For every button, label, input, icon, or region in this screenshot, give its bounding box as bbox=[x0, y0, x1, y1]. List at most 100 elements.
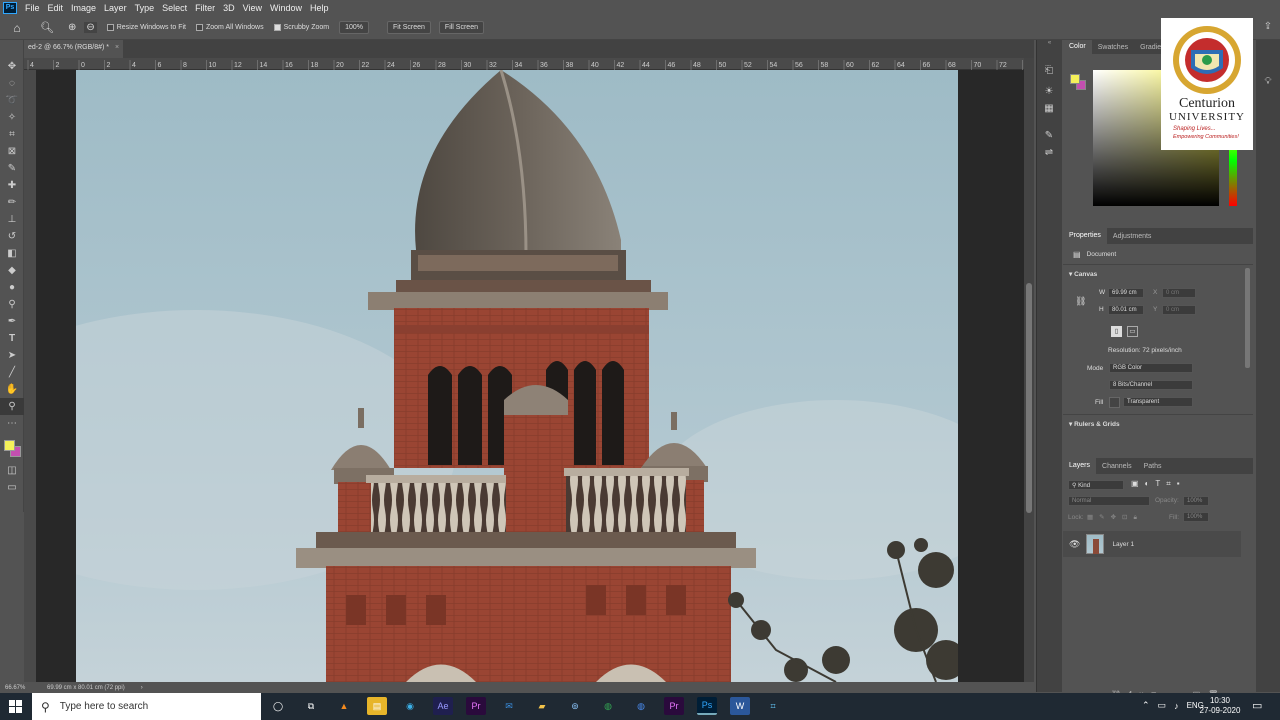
path-selection-tool-icon[interactable]: ➤ bbox=[0, 347, 24, 364]
tab-channels[interactable]: Channels bbox=[1096, 463, 1138, 470]
fill-color-swatch[interactable] bbox=[1109, 397, 1120, 408]
scrubby-zoom-checkbox[interactable]: Scrubby Zoom bbox=[273, 24, 329, 31]
after-effects-icon[interactable]: Ae bbox=[433, 697, 453, 715]
dodge-tool-icon[interactable]: ⚲ bbox=[0, 296, 24, 313]
move-tool-icon[interactable]: ✥ bbox=[0, 58, 24, 75]
chrome-alt-icon[interactable]: ◍ bbox=[631, 697, 651, 715]
document-canvas-image[interactable] bbox=[76, 70, 958, 682]
notifications-icon[interactable]: ▭ bbox=[1252, 699, 1262, 712]
link-dimensions-icon[interactable]: ⛓ bbox=[1075, 296, 1086, 307]
character-panel-icon[interactable]: ▦ bbox=[1037, 100, 1061, 117]
document-info[interactable]: 69.99 cm x 80.01 cm (72 ppi) bbox=[47, 685, 125, 691]
frame-tool-icon[interactable]: ⊠ bbox=[0, 143, 24, 160]
menu-3d[interactable]: 3D bbox=[219, 3, 239, 13]
brush-settings-icon[interactable]: ☀ bbox=[1037, 83, 1061, 100]
layer-filter-select[interactable]: ⚲ Kind bbox=[1068, 480, 1124, 490]
learn-panel-icon[interactable]: 💡︎ bbox=[1256, 73, 1280, 90]
zoom-all-windows-checkbox[interactable]: Zoom All Windows bbox=[196, 24, 264, 31]
layer-row[interactable]: 👁︎ Layer 1 bbox=[1063, 531, 1241, 557]
store-icon[interactable]: ▤ bbox=[367, 697, 387, 715]
close-tab-icon[interactable]: × bbox=[115, 44, 119, 51]
fit-screen-button[interactable]: Fit Screen bbox=[387, 21, 431, 34]
network-icon[interactable]: ▭ bbox=[1158, 700, 1167, 711]
share-icon[interactable]: ⇪ bbox=[1256, 18, 1280, 35]
fill-screen-button[interactable]: Fill Screen bbox=[438, 21, 484, 34]
history-panel-icon[interactable]: ⎗ bbox=[1037, 62, 1061, 79]
menu-window[interactable]: Window bbox=[266, 3, 306, 13]
clock[interactable]: 10:30 27-09-2020 bbox=[1198, 696, 1242, 716]
cortana-icon[interactable]: ◯ bbox=[268, 697, 288, 715]
tab-properties[interactable]: Properties bbox=[1063, 228, 1107, 244]
healing-brush-tool-icon[interactable]: ✚ bbox=[0, 177, 24, 194]
photos-icon[interactable]: ⊚ bbox=[565, 697, 585, 715]
document-tab[interactable]: ed-2 @ 66.7% (RGB/8#) * × bbox=[24, 40, 124, 58]
foreground-color-swatch[interactable] bbox=[4, 440, 15, 451]
windows-start-icon[interactable] bbox=[9, 700, 22, 713]
task-view-icon[interactable]: ⧉ bbox=[301, 697, 321, 715]
filter-icons[interactable]: ▣◐T⌗▪ bbox=[1131, 479, 1186, 489]
tab-adjustments[interactable]: Adjustments bbox=[1107, 233, 1158, 240]
properties-scrollbar[interactable] bbox=[1245, 268, 1250, 368]
canvas-section-header[interactable]: ▾ Canvas bbox=[1069, 270, 1097, 278]
fill-select[interactable]: Transparent bbox=[1123, 397, 1193, 407]
zoom-tool-icon[interactable]: 🔍︎ bbox=[40, 21, 54, 34]
layer-thumbnail[interactable] bbox=[1086, 534, 1105, 554]
lock-icons[interactable]: ▦✎✥⊡🔒︎ bbox=[1087, 513, 1143, 522]
canvas-vertical-scrollbar[interactable] bbox=[1024, 58, 1034, 682]
paint-bucket-tool-icon[interactable]: ◆ bbox=[0, 262, 24, 279]
x-field[interactable]: 0 cm bbox=[1162, 288, 1196, 298]
pen-tool-icon[interactable]: ✒ bbox=[0, 313, 24, 330]
type-tool-icon[interactable]: T bbox=[0, 330, 24, 347]
screen-mode-icon[interactable]: ▭ bbox=[0, 479, 24, 496]
menu-help[interactable]: Help bbox=[306, 3, 333, 13]
tab-color[interactable]: Color bbox=[1063, 40, 1092, 54]
premiere-alt-icon[interactable]: Pr bbox=[664, 697, 684, 715]
premiere-icon[interactable]: Pr bbox=[466, 697, 486, 715]
landscape-orientation-icon[interactable]: ▭ bbox=[1127, 326, 1138, 337]
mail-icon[interactable]: ✉ bbox=[499, 697, 519, 715]
zoom-100-button[interactable]: 100% bbox=[339, 21, 370, 34]
height-field[interactable]: 80.01 cm bbox=[1108, 305, 1144, 315]
collapse-icon[interactable]: « bbox=[1037, 40, 1062, 54]
rulers-grids-header[interactable]: ▾ Rulers & Grids bbox=[1069, 420, 1120, 428]
photoshop-taskbar-icon[interactable]: Ps bbox=[697, 697, 717, 715]
layer-name[interactable]: Layer 1 bbox=[1112, 541, 1134, 548]
tab-swatches[interactable]: Swatches bbox=[1092, 44, 1134, 51]
menu-view[interactable]: View bbox=[239, 3, 266, 13]
chrome-icon[interactable]: ◍ bbox=[598, 697, 618, 715]
tab-layers[interactable]: Layers bbox=[1063, 458, 1097, 474]
brush-tool-icon[interactable]: ✏ bbox=[0, 194, 24, 211]
zoom-in-icon[interactable]: ⊕ bbox=[68, 22, 76, 33]
scroll-thumb[interactable] bbox=[1026, 283, 1032, 513]
file-explorer-icon[interactable]: ▰ bbox=[532, 697, 552, 715]
status-arrow-icon[interactable]: › bbox=[141, 685, 143, 691]
opacity-field[interactable]: 100% bbox=[1183, 496, 1209, 506]
word-icon[interactable]: W bbox=[730, 697, 750, 715]
color-fg-swatch[interactable] bbox=[1070, 74, 1080, 84]
visibility-eye-icon[interactable]: 👁︎ bbox=[1069, 539, 1080, 550]
color-swatches[interactable] bbox=[0, 432, 23, 457]
tray-chevron-icon[interactable]: ⌃ bbox=[1142, 700, 1150, 711]
resize-windows-checkbox[interactable]: Resize Windows to Fit bbox=[106, 24, 186, 31]
quick-mask-icon[interactable]: ◫ bbox=[0, 462, 24, 479]
taskbar-search-box[interactable]: ⚲ Type here to search bbox=[32, 693, 261, 720]
vlc-icon[interactable]: ▲ bbox=[334, 697, 354, 715]
layer-fill-field[interactable]: 100% bbox=[1183, 512, 1209, 522]
menu-filter[interactable]: Filter bbox=[191, 3, 219, 13]
menu-layer[interactable]: Layer bbox=[100, 3, 131, 13]
bit-depth-select[interactable]: 8 Bits/Channel bbox=[1109, 380, 1193, 390]
eyedropper-tool-icon[interactable]: ✎ bbox=[0, 160, 24, 177]
magic-wand-tool-icon[interactable]: ✧ bbox=[0, 109, 24, 126]
menu-type[interactable]: Type bbox=[131, 3, 159, 13]
adjustments-panel-icon[interactable]: ⇌ bbox=[1037, 144, 1061, 161]
brushes-panel-icon[interactable]: ✎ bbox=[1037, 127, 1061, 144]
blend-mode-select[interactable]: Normal bbox=[1068, 496, 1150, 506]
tab-paths[interactable]: Paths bbox=[1138, 463, 1168, 470]
clone-stamp-tool-icon[interactable]: ⊥ bbox=[0, 211, 24, 228]
menu-select[interactable]: Select bbox=[158, 3, 191, 13]
marquee-tool-icon[interactable]: ◌ bbox=[0, 75, 24, 92]
volume-icon[interactable]: ♪ bbox=[1174, 701, 1179, 711]
more-tools-icon[interactable]: ⋯ bbox=[0, 415, 24, 432]
menu-edit[interactable]: Edit bbox=[44, 3, 68, 13]
blur-tool-icon[interactable]: ● bbox=[0, 279, 24, 296]
